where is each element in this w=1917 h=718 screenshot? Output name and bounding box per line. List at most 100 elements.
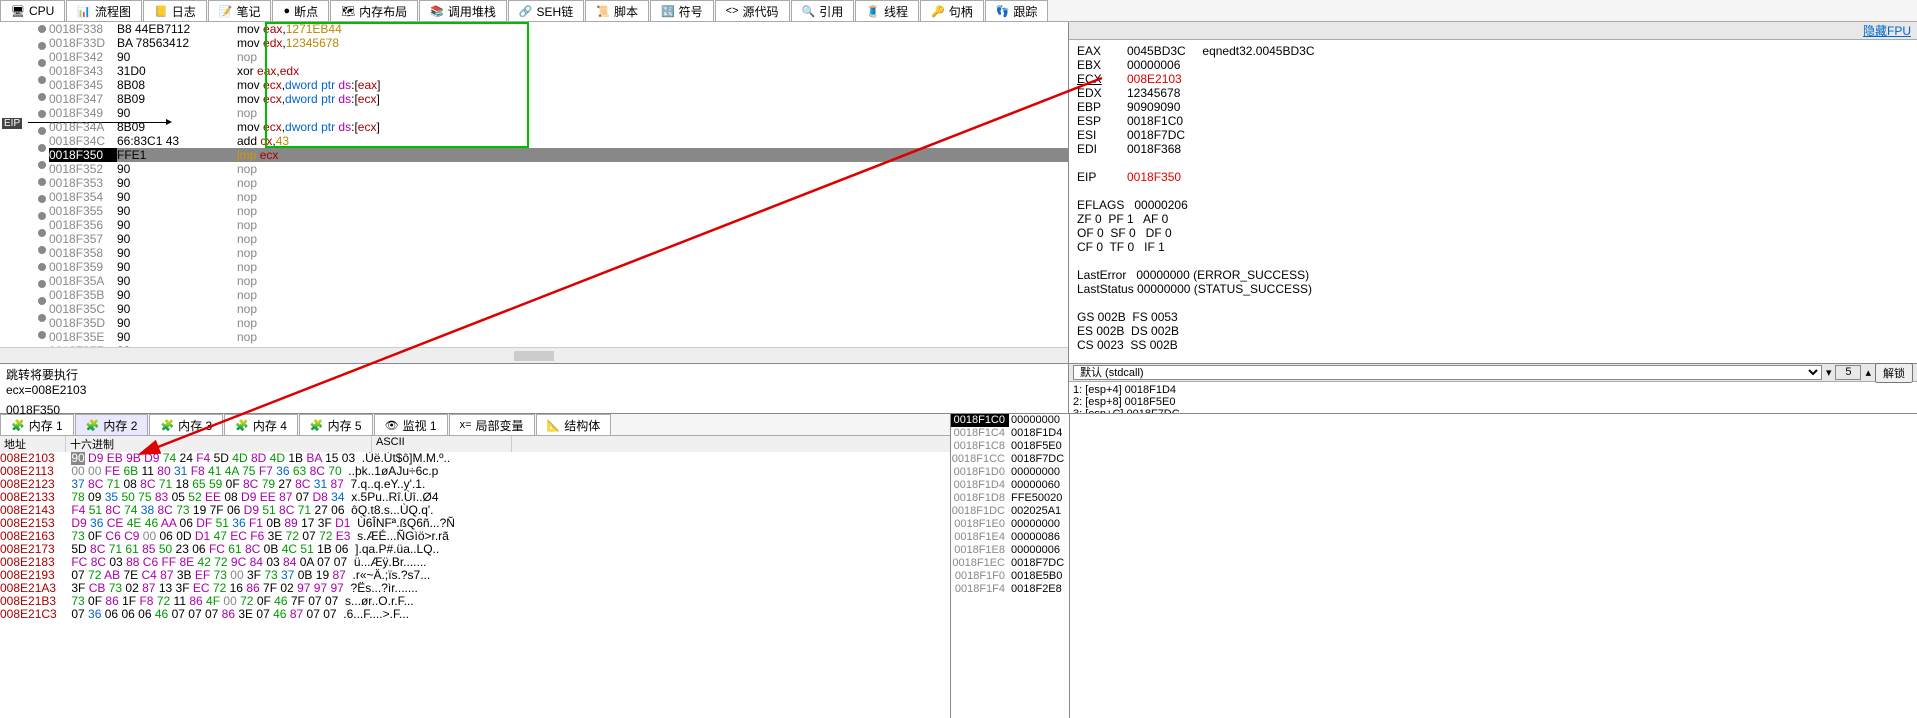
stack-row[interactable]: 0018F1D8FFE50020 <box>951 492 1069 505</box>
tab-callstack[interactable]: 📚调用堆栈 <box>419 0 507 21</box>
disasm-row[interactable]: 0018F35E90nop <box>49 330 1068 344</box>
disasm-row[interactable]: 0018F338B8 44EB7112mov eax,1271EB44 <box>49 22 1068 36</box>
tab-cpu[interactable]: 🖥CPU <box>0 0 65 21</box>
bp-dot-icon[interactable] <box>38 212 46 220</box>
disasm-row[interactable]: 0018F34A8B09mov ecx,dword ptr ds:[ecx] <box>49 120 1068 134</box>
stack-row[interactable]: 0018F1EC0018F7DC <box>951 557 1069 570</box>
info-panel: 跳转将要执行 ecx=008E2103 0018F350 <box>0 364 1069 413</box>
disasm-row[interactable]: 0018F35C90nop <box>49 302 1068 316</box>
bp-dot-icon[interactable] <box>38 195 46 203</box>
hide-fpu-link[interactable]: 隐藏FPU <box>1863 22 1911 39</box>
dump-tab-0[interactable]: 🧩内存 1 <box>0 414 74 435</box>
bp-dot-icon[interactable] <box>38 161 46 169</box>
disasm-row[interactable]: 0018F350FFE1jmp ecx <box>49 148 1068 162</box>
bp-dot-icon[interactable] <box>38 110 46 118</box>
tab-threads[interactable]: 🧵线程 <box>855 0 919 21</box>
disasm-row[interactable]: 0018F35990nop <box>49 260 1068 274</box>
registers-panel[interactable]: EAX0045BD3C eqnedt32.0045BD3CEBX00000006… <box>1069 40 1917 363</box>
flow-icon: 📊 <box>77 5 91 18</box>
tab-symbols[interactable]: 🔣符号 <box>650 0 714 21</box>
tab-memmap[interactable]: 🗺内存布局 <box>330 0 418 21</box>
tab-notes[interactable]: 📝笔记 <box>208 0 272 21</box>
unlock-button[interactable]: 解锁 <box>1875 363 1913 383</box>
trace-icon: 👣 <box>996 5 1010 18</box>
disasm-row[interactable]: 0018F34C66:83C1 43add cx,43 <box>49 134 1068 148</box>
stack-row[interactable]: 0018F1C80018F5E0 <box>951 440 1069 453</box>
stack-row[interactable]: 0018F1E800000006 <box>951 544 1069 557</box>
seh-icon: 🔗 <box>519 5 533 18</box>
stack-row[interactable]: 0018F1E400000086 <box>951 531 1069 544</box>
bp-dot-icon[interactable] <box>38 59 46 67</box>
disasm-row[interactable]: 0018F35D90nop <box>49 316 1068 330</box>
tab-flow[interactable]: 📊流程图 <box>66 0 142 21</box>
memmap-icon: 🗺 <box>341 5 355 18</box>
stack-row[interactable]: 0018F1F00018E5B0 <box>951 570 1069 583</box>
stack-row[interactable]: 0018F1CC0018F7DC <box>951 453 1069 466</box>
bp-dot-icon[interactable] <box>38 76 46 84</box>
dump-tab-2[interactable]: 🧩内存 3 <box>149 414 223 435</box>
disasm-row[interactable]: 0018F35590nop <box>49 204 1068 218</box>
disasm-row[interactable]: 0018F34290nop <box>49 50 1068 64</box>
disasm-row[interactable]: 0018F3478B09mov ecx,dword ptr ds:[ecx] <box>49 92 1068 106</box>
disasm-row[interactable]: 0018F35690nop <box>49 218 1068 232</box>
bp-dot-icon[interactable] <box>38 127 46 135</box>
stack-row[interactable]: 0018F1F40018F2E8 <box>951 583 1069 596</box>
dump-tab-4[interactable]: 🧩内存 5 <box>299 414 373 435</box>
stack-row[interactable]: 0018F1D400000060 <box>951 479 1069 492</box>
tab-log[interactable]: 📒日志 <box>143 0 207 21</box>
disasm-row[interactable]: 0018F35B90nop <box>49 288 1068 302</box>
dump-tab-6[interactable]: x=局部变量 <box>449 414 535 435</box>
bp-dot-icon[interactable] <box>38 178 46 186</box>
disasm-row[interactable]: 0018F35A90nop <box>49 274 1068 288</box>
disasm-row[interactable]: 0018F3458B08mov ecx,dword ptr ds:[eax] <box>49 78 1068 92</box>
disasm-row[interactable]: 0018F35390nop <box>49 176 1068 190</box>
spin-up-icon[interactable]: ▴ <box>1865 366 1871 379</box>
stack-row[interactable]: 0018F1DC002025A1 <box>951 505 1069 518</box>
dump-tab-5[interactable]: 👁监视 1 <box>374 414 448 435</box>
bp-dot-icon[interactable] <box>38 297 46 305</box>
disasm-hscroll[interactable] <box>0 347 1068 363</box>
dump-tab-7[interactable]: 📐结构体 <box>536 414 612 435</box>
callstack-icon: 📚 <box>430 5 444 18</box>
disasm-row[interactable]: 0018F35290nop <box>49 162 1068 176</box>
arg-row: 3: [esp+C] 0018F7DC <box>1073 408 1913 413</box>
symbols-icon: 🔣 <box>661 5 675 18</box>
disasm-row[interactable]: 0018F35F90nop <box>49 344 1068 347</box>
dump-hdr-hex: 十六进制 <box>66 436 372 452</box>
bp-dot-icon[interactable] <box>38 263 46 271</box>
bp-dot-icon[interactable] <box>38 280 46 288</box>
dump-tab-3[interactable]: 🧩内存 4 <box>224 414 298 435</box>
disasm-row[interactable]: 0018F35790nop <box>49 232 1068 246</box>
disasm-row[interactable]: 0018F33DBA 78563412mov edx,12345678 <box>49 36 1068 50</box>
bp-dot-icon[interactable] <box>38 93 46 101</box>
tab-bp[interactable]: ●断点 <box>272 0 329 21</box>
stack-row[interactable]: 0018F1D000000000 <box>951 466 1069 479</box>
callconv-select[interactable]: 默认 (stdcall) <box>1073 365 1822 380</box>
bp-dot-icon[interactable] <box>38 331 46 339</box>
tab-trace[interactable]: 👣跟踪 <box>985 0 1049 21</box>
dump-row[interactable]: 008E21C3 07 36 06 06 06 46 07 07 07 86 3… <box>0 608 950 621</box>
memory-icon: 🧩 <box>86 419 100 432</box>
bp-dot-icon[interactable] <box>38 42 46 50</box>
disasm-row[interactable]: 0018F35490nop <box>49 190 1068 204</box>
bp-dot-icon[interactable] <box>38 314 46 322</box>
spin-down-icon[interactable]: ▾ <box>1826 366 1832 379</box>
stack-row[interactable]: 0018F1C40018F1D4 <box>951 427 1069 440</box>
arg-count-input[interactable]: 5 <box>1835 365 1861 380</box>
tab-source[interactable]: <>源代码 <box>715 0 790 21</box>
tab-seh[interactable]: 🔗SEH链 <box>508 0 584 21</box>
bp-dot-icon[interactable] <box>38 144 46 152</box>
tab-script[interactable]: 📜脚本 <box>585 0 649 21</box>
stack-row[interactable]: 0018F1E000000000 <box>951 518 1069 531</box>
disasm-row[interactable]: 0018F34990nop <box>49 106 1068 120</box>
handles-icon: 🔑 <box>931 5 945 18</box>
tab-handles[interactable]: 🔑句柄 <box>920 0 984 21</box>
stack-row[interactable]: 0018F1C000000000 <box>951 414 1069 427</box>
dump-tab-1[interactable]: 🧩内存 2 <box>75 414 149 435</box>
bp-dot-icon[interactable] <box>38 246 46 254</box>
disasm-row[interactable]: 0018F34331D0xor eax,edx <box>49 64 1068 78</box>
bp-dot-icon[interactable] <box>38 229 46 237</box>
disasm-row[interactable]: 0018F35890nop <box>49 246 1068 260</box>
tab-refs[interactable]: 🔍引用 <box>791 0 855 21</box>
bp-dot-icon[interactable] <box>38 25 46 33</box>
